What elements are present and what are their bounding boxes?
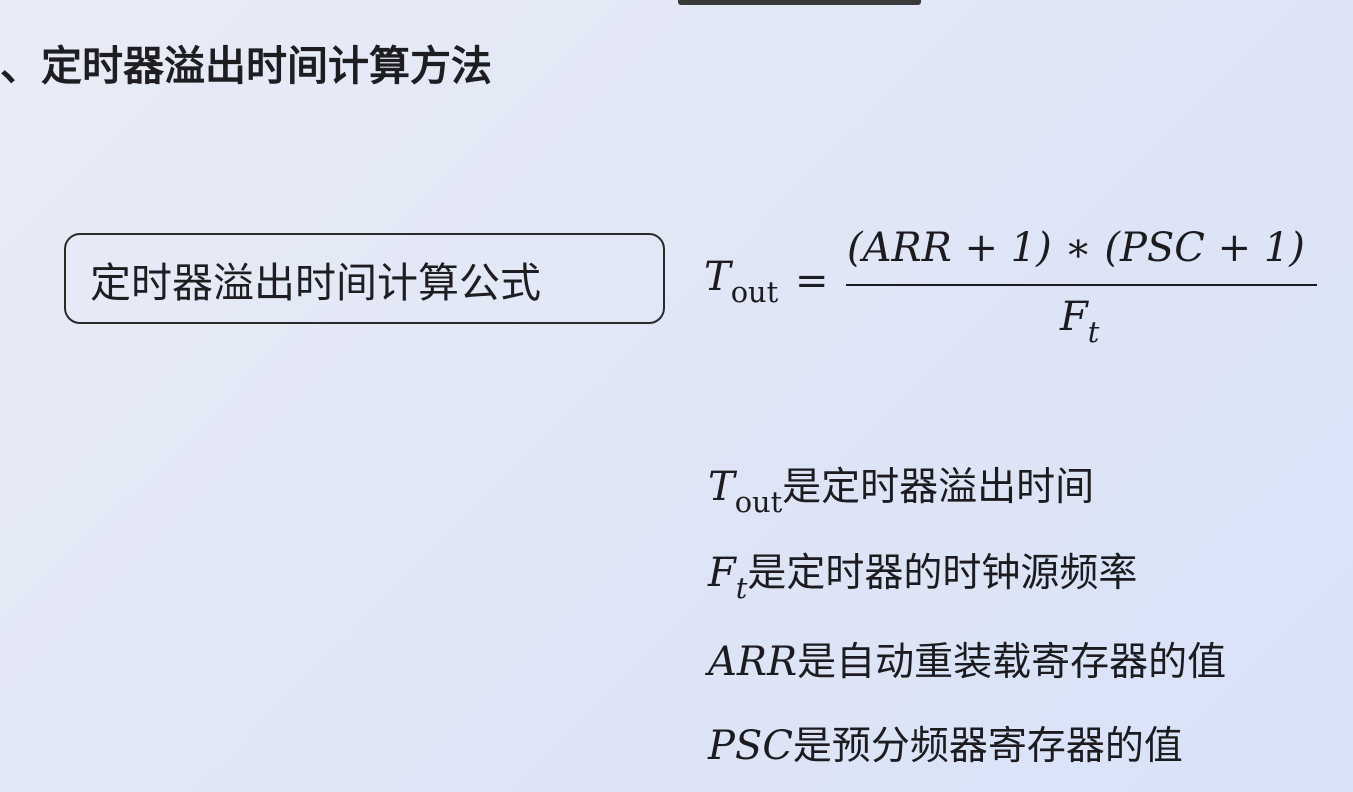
- definition-subscript: t: [735, 571, 748, 606]
- formula-label-text: 定时器溢出时间计算公式: [90, 258, 541, 307]
- definition-arr: ARR是自动重装载寄存器的值: [708, 637, 1226, 688]
- formula-equals-sign: =: [795, 258, 829, 304]
- formula-lhs: Tout: [704, 252, 778, 309]
- definition-text: 是定时器溢出时间: [782, 465, 1095, 510]
- definition-text: 是自动重装载寄存器的值: [797, 640, 1227, 685]
- definition-symbol: ARR: [708, 639, 798, 685]
- formula-denominator-symbol: F: [1060, 294, 1088, 340]
- definition-psc: PSC是预分频器寄存器的值: [708, 721, 1183, 772]
- formula-lhs-symbol: T: [704, 254, 731, 300]
- definition-symbol: F: [708, 550, 736, 596]
- formula-label-box: 定时器溢出时间计算公式: [64, 233, 665, 324]
- formula-numerator: (ARR + 1) ∗ (PSC + 1): [847, 225, 1305, 271]
- definition-tout: Tout是定时器溢出时间: [708, 462, 1095, 519]
- definition-text: 是预分频器寄存器的值: [792, 724, 1183, 769]
- definition-text: 是定时器的时钟源频率: [747, 551, 1138, 596]
- formula-fraction-bar: [846, 284, 1317, 286]
- top-edge-bar: [678, 0, 921, 5]
- definition-symbol: PSC: [708, 723, 793, 769]
- definition-subscript: out: [734, 485, 783, 520]
- slide-title: 、定时器溢出时间计算方法: [0, 42, 492, 90]
- definition-symbol: T: [708, 464, 735, 510]
- formula-lhs-subscript: out: [730, 275, 779, 310]
- formula-denominator: Ft: [1060, 292, 1099, 349]
- formula-denominator-subscript: t: [1087, 315, 1100, 350]
- definition-ft: Ft是定时器的时钟源频率: [708, 548, 1138, 605]
